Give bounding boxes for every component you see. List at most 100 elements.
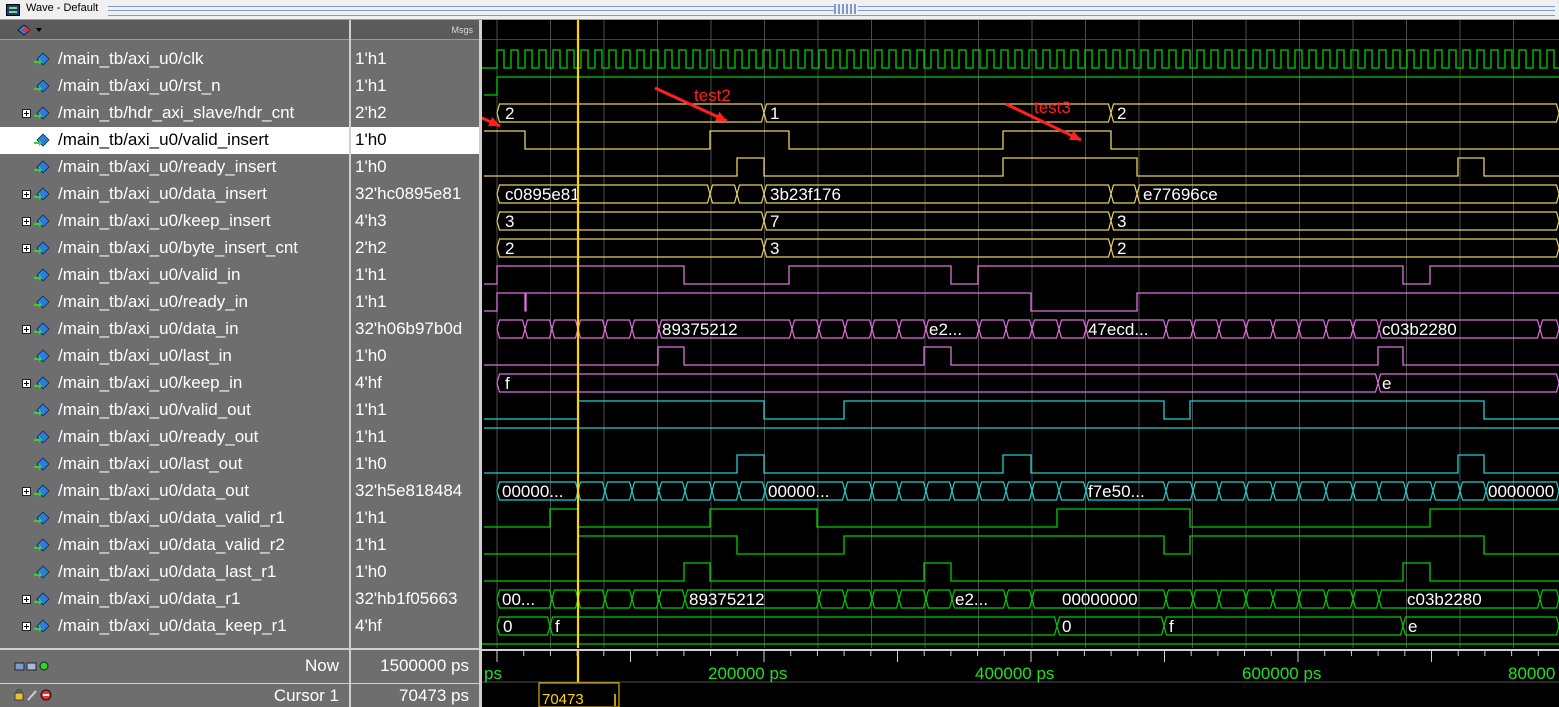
last-in-waveform <box>484 346 1559 366</box>
signal-row[interactable]: /main_tb/axi_u0/keep_insert <box>0 208 349 235</box>
bus-value-label: 47ecd... <box>1088 320 1149 339</box>
signal-row[interactable]: /main_tb/axi_u0/keep_in <box>0 370 349 397</box>
expand-plus-icon[interactable] <box>22 379 31 388</box>
signal-value-row[interactable]: 1'h1 <box>351 532 479 559</box>
bus-value-label: 0 <box>503 617 512 636</box>
expand-plus-icon[interactable] <box>22 487 31 496</box>
signal-name: /main_tb/axi_u0/data_valid_r1 <box>58 508 285 527</box>
signal-value: 1'h1 <box>355 76 387 95</box>
signal-value-row[interactable]: 1'h1 <box>351 262 479 289</box>
signal-value: 2'h2 <box>355 103 387 122</box>
signal-name: /main_tb/axi_u0/keep_in <box>58 373 243 392</box>
titlebar-grip[interactable] <box>108 6 1555 16</box>
waveform-canvas[interactable]: 2 1 2 c0895e81 3b23f176 e77696ce 3 7 3 2 3 2 8937521… <box>482 20 1559 648</box>
expand-plus-icon[interactable] <box>22 109 31 118</box>
signal-row[interactable]: /main_tb/axi_u0/valid_out <box>0 397 349 424</box>
data-valid-r1-waveform <box>484 508 1559 528</box>
signal-value-row[interactable]: 1'h0 <box>351 343 479 370</box>
timeline-tick-label: 80000 <box>1508 664 1555 683</box>
signal-diamond-icon <box>34 133 50 147</box>
signal-diamond-icon <box>34 619 50 633</box>
bus-value-label: 0 <box>1062 617 1071 636</box>
signal-value-row[interactable]: 32'h5e818484 <box>351 478 479 505</box>
signal-diamond-icon <box>34 376 50 390</box>
signal-value-row[interactable]: 1'h0 <box>351 127 479 154</box>
expand-plus-icon[interactable] <box>22 190 31 199</box>
signal-value-row[interactable]: 32'h06b97b0d <box>351 316 479 343</box>
bus-value-label: 89375212 <box>689 590 765 609</box>
signal-name: /main_tb/hdr_axi_slave/hdr_cnt <box>58 103 295 122</box>
bus-value-label: f <box>555 617 560 636</box>
signal-diamond-icon <box>34 511 50 525</box>
bus-value-label: f <box>1169 617 1174 636</box>
signal-row[interactable]: /main_tb/axi_u0/data_valid_r1 <box>0 505 349 532</box>
signal-row[interactable]: /main_tb/axi_u0/data_keep_r1 <box>0 613 349 640</box>
bus-value-label: 00... <box>502 590 535 609</box>
toolbar-mini-icons[interactable] <box>14 660 54 674</box>
signal-row[interactable]: /main_tb/axi_u0/clk <box>0 46 349 73</box>
signal-value-row[interactable]: 2'h2 <box>351 100 479 127</box>
signal-value-row[interactable]: 1'h1 <box>351 73 479 100</box>
signal-value-row[interactable]: 1'h0 <box>351 559 479 586</box>
signal-row[interactable]: /main_tb/axi_u0/last_out <box>0 451 349 478</box>
name-pane-header <box>0 20 349 40</box>
expand-plus-icon[interactable] <box>22 595 31 604</box>
signal-row[interactable]: /main_tb/axi_u0/valid_in <box>0 262 349 289</box>
expand-plus-icon[interactable] <box>22 325 31 334</box>
timeline-ruler[interactable]: ps 200000 ps 400000 ps 600000 ps 80000 70473 <box>482 648 1559 707</box>
signal-name: /main_tb/axi_u0/ready_in <box>58 292 248 311</box>
expand-plus-icon[interactable] <box>22 622 31 631</box>
signal-value-row[interactable]: 1'h1 <box>351 424 479 451</box>
titlebar-drag-handle[interactable] <box>834 4 858 14</box>
signal-value-row[interactable]: 4'h3 <box>351 208 479 235</box>
signal-row[interactable]: /main_tb/axi_u0/data_insert <box>0 181 349 208</box>
signal-diamond-icon <box>34 214 50 228</box>
bus-value-label: 2 <box>1117 239 1126 258</box>
signal-name: /main_tb/axi_u0/valid_insert <box>58 130 269 149</box>
signal-value-row[interactable]: 32'hb1f05663 <box>351 586 479 613</box>
ready-insert-waveform <box>484 157 1559 177</box>
data-keep-r1-bus <box>496 616 1559 636</box>
signal-value-row[interactable]: 4'hf <box>351 370 479 397</box>
signal-value: 4'hf <box>355 616 382 635</box>
signal-value-row[interactable]: 32'hc0895e81 <box>351 181 479 208</box>
signal-value-row[interactable]: 4'hf <box>351 613 479 640</box>
signal-row[interactable]: /main_tb/axi_u0/data_valid_r2 <box>0 532 349 559</box>
signal-row[interactable]: /main_tb/axi_u0/data_in <box>0 316 349 343</box>
signal-value-row[interactable]: 2'h2 <box>351 235 479 262</box>
signal-row[interactable]: /main_tb/axi_u0/rst_n <box>0 73 349 100</box>
last-out-waveform <box>484 454 1559 474</box>
signal-row[interactable]: /main_tb/axi_u0/valid_insert <box>0 127 349 154</box>
signal-value-row[interactable]: 1'h1 <box>351 289 479 316</box>
signal-name: /main_tb/axi_u0/ready_out <box>58 427 259 446</box>
cursor-label[interactable]: Cursor 1 <box>274 686 339 706</box>
signal-value-row[interactable]: 1'h1 <box>351 505 479 532</box>
signal-value: 1'h0 <box>355 130 387 149</box>
signal-row[interactable]: /main_tb/hdr_axi_slave/hdr_cnt <box>0 100 349 127</box>
signal-diamond-icon <box>34 430 50 444</box>
data-valid-r2-waveform <box>484 535 1559 555</box>
signal-row[interactable]: /main_tb/axi_u0/ready_out <box>0 424 349 451</box>
signal-value: 32'h5e818484 <box>355 481 463 500</box>
cursor-tool-icons[interactable] <box>14 688 58 702</box>
signal-value-row[interactable]: 1'h0 <box>351 154 479 181</box>
expand-plus-icon[interactable] <box>22 244 31 253</box>
data-out-bus <box>496 481 1559 501</box>
cursor-flag-label: 70473 <box>542 691 584 707</box>
signal-row[interactable]: /main_tb/axi_u0/last_in <box>0 343 349 370</box>
signal-value-row[interactable]: 1'h1 <box>351 46 479 73</box>
signal-name: /main_tb/axi_u0/rst_n <box>58 76 221 95</box>
signal-row[interactable]: /main_tb/axi_u0/data_r1 <box>0 586 349 613</box>
signal-row[interactable]: /main_tb/axi_u0/ready_in <box>0 289 349 316</box>
signal-row[interactable]: /main_tb/axi_u0/ready_insert <box>0 154 349 181</box>
signal-row[interactable]: /main_tb/axi_u0/data_last_r1 <box>0 559 349 586</box>
expand-plus-icon[interactable] <box>22 217 31 226</box>
signal-row[interactable]: /main_tb/axi_u0/byte_insert_cnt <box>0 235 349 262</box>
keep-insert-bus <box>496 211 1559 231</box>
signal-value-row[interactable]: 1'h0 <box>351 451 479 478</box>
signal-row[interactable]: /main_tb/axi_u0/data_out <box>0 478 349 505</box>
signal-value: 1'h1 <box>355 49 387 68</box>
bus-value-label: c0895e81 <box>505 185 580 204</box>
signal-value-row[interactable]: 1'h1 <box>351 397 479 424</box>
wave-layers-icon[interactable] <box>16 23 46 37</box>
